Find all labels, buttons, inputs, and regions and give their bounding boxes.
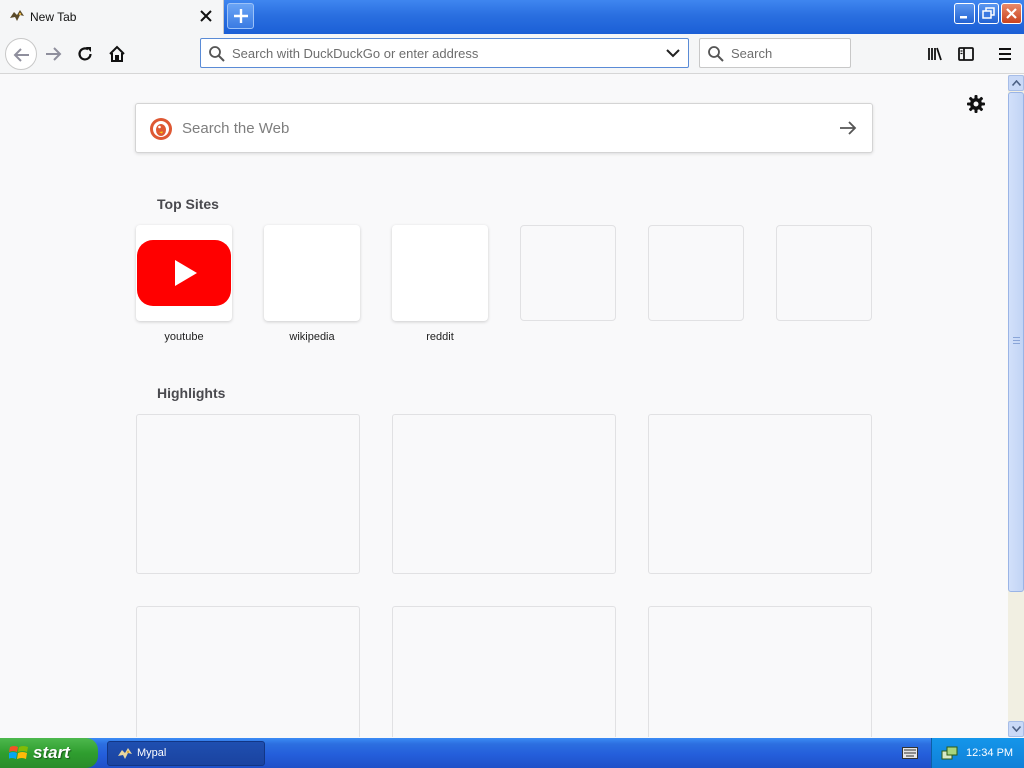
top-site-label: wikipedia [289, 331, 335, 343]
address-input[interactable] [232, 45, 652, 62]
top-site-empty-slot [520, 225, 616, 321]
network-icon[interactable] [941, 745, 959, 761]
search-icon [209, 46, 225, 62]
top-site-youtube[interactable] [136, 225, 232, 321]
scroll-thumb[interactable] [1008, 92, 1024, 592]
chevron-down-icon[interactable] [666, 47, 680, 59]
start-label: start [33, 743, 70, 762]
taskbar: start Mypal 12:34 PM [0, 738, 1024, 768]
back-button[interactable] [5, 38, 37, 70]
minimize-icon [960, 16, 967, 19]
tab-title: New Tab [30, 10, 77, 24]
top-site-label: youtube [164, 331, 204, 343]
top-site-wikipedia[interactable] [264, 225, 360, 321]
chevron-up-icon [1012, 80, 1021, 86]
vertical-scrollbar[interactable] [1008, 75, 1024, 737]
hamburger-menu-button[interactable] [990, 39, 1020, 69]
minimize-button[interactable] [954, 3, 975, 24]
new-tab-page: Top Sites youtube wikipedia reddit Highl… [0, 75, 1008, 737]
new-tab-button[interactable] [227, 3, 254, 29]
web-search-input[interactable] [182, 118, 782, 138]
scroll-up-button[interactable] [1008, 75, 1024, 91]
search-bar[interactable] [699, 38, 851, 68]
grip-line [1013, 337, 1020, 338]
restore-button[interactable] [978, 3, 999, 24]
close-window-icon [1006, 8, 1017, 19]
sidebar-icon [958, 47, 974, 61]
top-sites-title: Top Sites [157, 196, 219, 212]
top-site-label: reddit [426, 331, 454, 343]
forward-arrow-icon [46, 47, 62, 61]
close-icon[interactable] [199, 9, 213, 23]
mypal-icon [118, 748, 132, 759]
plus-icon [234, 9, 248, 23]
gear-icon[interactable] [966, 94, 986, 114]
highlight-card-placeholder [136, 414, 360, 574]
start-button[interactable]: start [0, 738, 98, 768]
mypal-icon [9, 9, 25, 23]
grip-line [1013, 343, 1020, 344]
tab-new-tab[interactable]: New Tab [0, 0, 224, 34]
taskbar-item-mypal[interactable]: Mypal [107, 741, 265, 766]
library-icon [928, 47, 942, 61]
navigation-toolbar [0, 34, 1024, 74]
back-arrow-icon [13, 48, 29, 62]
windows-flag-icon [9, 746, 28, 759]
highlight-card-placeholder [136, 606, 360, 737]
home-icon [109, 45, 125, 62]
close-window-button[interactable] [1001, 3, 1022, 24]
highlights-title: Highlights [157, 385, 226, 401]
search-input[interactable] [731, 45, 846, 62]
web-search-box[interactable] [135, 103, 873, 153]
youtube-logo [137, 240, 231, 306]
tab-strip: New Tab [0, 0, 1024, 34]
top-site-reddit[interactable] [392, 225, 488, 321]
chevron-down-icon [1012, 726, 1021, 732]
sidebar-button[interactable] [951, 39, 981, 69]
system-tray: 12:34 PM [931, 738, 1024, 768]
restore-icon [982, 7, 995, 19]
reload-button[interactable] [70, 39, 100, 69]
top-site-empty-slot [776, 225, 872, 321]
reload-icon [78, 47, 92, 61]
taskbar-item-label: Mypal [137, 747, 167, 759]
search-icon [708, 46, 724, 62]
top-site-empty-slot [648, 225, 744, 321]
duckduckgo-logo [150, 118, 172, 140]
clock: 12:34 PM [966, 747, 1014, 759]
highlight-card-placeholder [392, 414, 616, 574]
address-bar[interactable] [200, 38, 689, 68]
grip-line [1013, 340, 1020, 341]
arrow-right-icon[interactable] [838, 119, 858, 137]
keyboard-icon[interactable] [902, 747, 918, 759]
scroll-down-button[interactable] [1008, 721, 1024, 737]
forward-button[interactable] [38, 39, 68, 69]
highlight-card-placeholder [392, 606, 616, 737]
home-button[interactable] [102, 39, 132, 69]
library-button[interactable] [920, 39, 950, 69]
highlight-card-placeholder [648, 606, 872, 737]
hamburger-menu-icon [999, 48, 1011, 60]
highlight-card-placeholder [648, 414, 872, 574]
